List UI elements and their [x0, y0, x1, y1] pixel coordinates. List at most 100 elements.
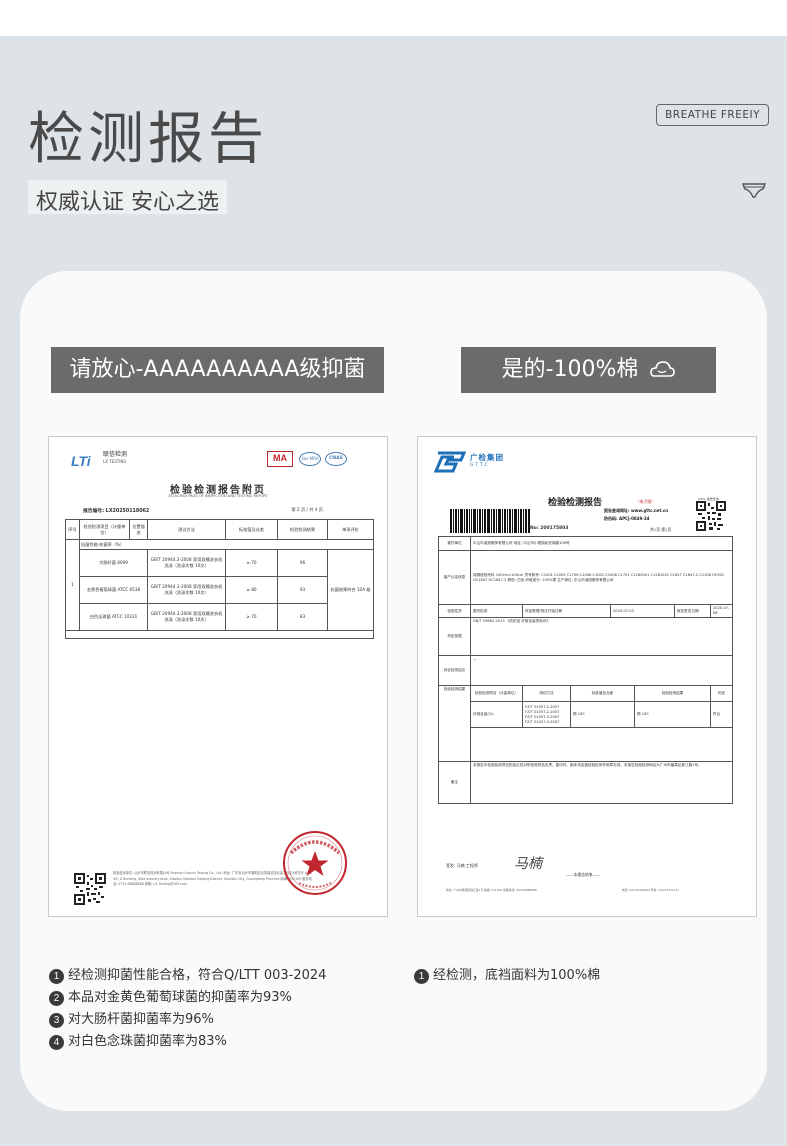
banner-right-label: 是的-100%棉: [501, 357, 639, 382]
note-text: 本品对金黄色葡萄球菌的抑菌率为93%: [68, 990, 292, 1005]
signature: 马楠: [514, 856, 542, 872]
client-value: 中山市诚旭服饰有限公司 地址: 中山市小榄镇民安南路106号: [470, 536, 733, 551]
test-result: 83: [277, 603, 328, 631]
list-item: 2 本品对金黄色葡萄球菌的抑菌率为93%: [49, 987, 326, 1009]
table-row: 客户认定信息 纯棉底档布料 100cm×100cm 货号款号: C1001 C1…: [438, 550, 733, 605]
issue-value: 2020-07-08: [710, 604, 733, 618]
note-text: 经检测，底裆面料为100%棉: [433, 968, 601, 983]
results-label: 检验检测结果: [438, 685, 471, 762]
qr-code: [74, 873, 106, 905]
nature-label: 检验性质: [438, 604, 471, 618]
results-value: 棉 100: [634, 701, 711, 728]
results-header: 检验检测项目（计量单位）: [470, 685, 523, 702]
basis-label: 判定依据: [438, 617, 471, 656]
cotton-notes: 1 经检测，底裆面料为100%棉: [414, 965, 600, 987]
cloud-icon: [650, 361, 676, 377]
page-title: 检测报告: [28, 107, 268, 172]
note-text: 对大肠杆菌抑菌率为96%: [68, 1012, 214, 1027]
number-badge: 1: [49, 968, 64, 984]
conclusion-value: —: [470, 655, 733, 686]
issue-label: 报告签发日期: [674, 604, 711, 618]
certification-logos: MA ilac-MRA CNAS: [267, 451, 359, 469]
results-header: 判定: [710, 685, 733, 702]
table-header: 检验检测项目（计量单位）: [79, 519, 130, 540]
test-result: 96: [277, 549, 328, 577]
antibacterial-test-report: LTi 联信检测 LX TESTING MA ilac-MRA CNAS 检验检…: [48, 436, 388, 917]
test-method: GB/T 20944.3-2008 家用双桶洗衣机洗涤（洗涤次数 10次）: [147, 603, 226, 631]
list-item: 1 经检测抑菌性能合格，符合Q/LTT 003-2024: [49, 965, 326, 987]
table-row: [65, 630, 374, 639]
list-item: 3 对大肠杆菌抑菌率为96%: [49, 1009, 326, 1031]
test-standard: ≥ 80: [225, 576, 278, 604]
table-row: 纤维含量(%) FZ/T 01057.1-2007 FZ/T 01057.2-2…: [439, 701, 733, 728]
results-method: FZ/T 01057.1-2007 FZ/T 01057.2-2007 FZ/T…: [522, 701, 571, 728]
nature-value: 委托检测: [470, 604, 523, 618]
section-label: 抗菌性能-抑菌率（%）: [79, 539, 374, 550]
results-header: 检验检测结果: [634, 685, 711, 702]
gttc-logo-icon: [434, 451, 466, 473]
results-table: 序号 检验检测项目（计量单位） 位置描述 测试方法 标准值及允差 检验检测结果 …: [65, 519, 374, 639]
table-header: 标准值及允差: [225, 519, 278, 540]
banner-left-label: 请放心-AAAAAAAAAA级抑菌: [69, 357, 366, 382]
test-item: 金黄色葡萄球菌 ATCC 6538: [79, 576, 148, 604]
report-page: 第 2 页 / 共 4 页: [291, 507, 323, 512]
report-number: No: 200175803: [530, 526, 569, 531]
qr-code: [696, 501, 726, 531]
table-header: 序号: [65, 519, 80, 540]
note-text: 对白色念珠菌抑菌率为83%: [68, 1034, 227, 1049]
list-item: 1 经检测，底裆面料为100%棉: [414, 965, 600, 987]
brand-tag: BREATHE FREEIY: [656, 104, 769, 126]
conclusion-label: 综合检测结论: [438, 655, 471, 686]
table-row: 白色念珠菌 ATCC 10231 GB/T 20944.3-2008 家用双桶洗…: [66, 603, 374, 631]
query-site: 报告查询网址: www.gttc.net.cn: [604, 508, 669, 513]
table-row: 综合检测结论 —: [438, 655, 733, 686]
antibacterial-notes: 1 经检测抑菌性能合格，符合Q/LTT 003-2024 2 本品对金黄色葡萄球…: [49, 965, 326, 1053]
test-result: 93: [277, 576, 328, 604]
table-row: 委托单位 中山市诚旭服饰有限公司 地址: 中山市小榄镇民安南路106号: [438, 536, 733, 551]
page: 检测报告 权威认证 安心之选 BREATHE FREEIY 请放心-AAAAAA…: [0, 0, 787, 1146]
test-evaluation: 抗菌效果符合 10A 级: [327, 549, 374, 631]
report-table: 委托单位 中山市诚旭服饰有限公司 地址: 中山市小榄镇民安南路106号 客户认定…: [438, 536, 733, 804]
report-title: 检验检测报告: [548, 498, 603, 508]
lx-logo-mark: LTi: [71, 453, 91, 469]
table-row: [439, 727, 733, 762]
lx-testing-logo: LTi 联信检测 LX TESTING: [71, 451, 171, 469]
table-header-row: 序号 检验检测项目（计量单位） 位置描述 测试方法 标准值及允差 检验检测结果 …: [65, 519, 374, 540]
number-badge: 2: [49, 990, 64, 1006]
row-index: 1: [65, 539, 80, 631]
test-item: 大肠杆菌 8099: [79, 549, 148, 577]
client-label: 委托单位: [438, 536, 471, 551]
table-header: 检验检测结果: [277, 519, 328, 540]
page-subtitle: 权威认证 安心之选: [28, 180, 227, 215]
banner-antibacterial: 请放心-AAAAAAAAAA级抑菌: [51, 347, 384, 393]
lx-logo-name: 联信检测: [103, 451, 128, 458]
table-header: 位置描述: [129, 519, 148, 540]
test-method: GB/T 20944.3-2008 家用双桶洗衣机洗涤（洗涤次数 10次）: [147, 576, 226, 604]
footer-left: 地址: 广州市番禺区珠江路1号 邮编: 511400 客服热线: 020-888…: [446, 888, 537, 892]
footer-right: 电话: 020-61999999 传真: 020-57721111: [622, 888, 679, 892]
gttc-logo-en: GTTC: [470, 463, 490, 468]
banner-cotton: 是的-100%棉: [461, 347, 716, 393]
cma-logo: MA: [267, 451, 293, 467]
sample-value: 纯棉底档布料 100cm×100cm 货号款号: C1001 C1005 C17…: [470, 550, 733, 605]
report-end: ——本报告结束——: [566, 872, 601, 877]
table-row: 检验性质 委托检测 样品受理/测试开始日期 2020-07-03 报告签发日期 …: [438, 604, 733, 618]
received-label: 样品受理/测试开始日期: [522, 604, 611, 618]
number-badge: 4: [49, 1034, 64, 1050]
lx-logo-sub: LX TESTING: [103, 459, 127, 464]
note-text: 经检测抑菌性能合格，符合Q/LTT 003-2024: [68, 968, 327, 983]
ilac-logo: ilac-MRA: [299, 452, 321, 466]
list-item: 4 对白色念珠菌抑菌率为83%: [49, 1031, 326, 1053]
report-pages: 共1页 第1页: [650, 527, 672, 532]
results-standard: 棉 100: [570, 701, 635, 728]
inspection-seal: [283, 831, 347, 895]
table-row: 备注 本报告中检验检测项目的结论仅对所检验样品负责。复印件、副本未加盖检验检测专…: [438, 761, 733, 804]
number-badge: 1: [414, 968, 429, 984]
remarks-label: 备注: [438, 761, 471, 804]
signer: 签发: 马楠 工程师: [446, 863, 478, 868]
table-row: 大肠杆菌 8099 GB/T 20944.3-2008 家用双桶洗衣机洗涤（洗涤…: [66, 549, 374, 631]
number-badge: 3: [49, 1012, 64, 1028]
results-header: 测试方法: [522, 685, 571, 702]
table-row: 1 抗菌性能-抑菌率（%）: [65, 539, 374, 631]
anti-fake-code: 防伪码: APCJ-0849-34: [604, 515, 650, 521]
